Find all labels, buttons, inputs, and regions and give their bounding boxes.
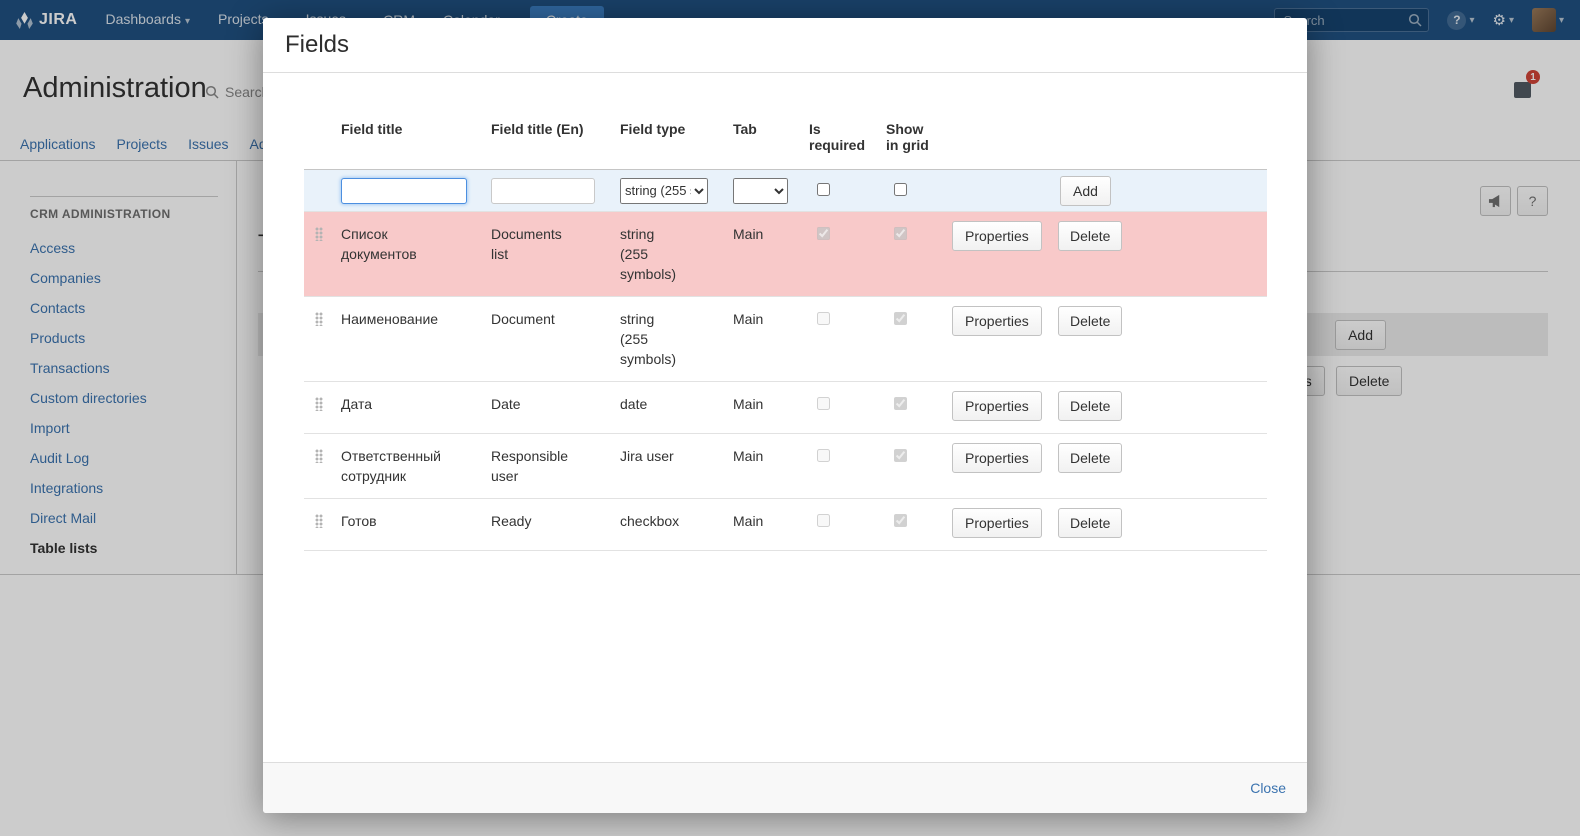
table-row: Наименование Document string (255 symbol…	[304, 297, 1267, 382]
drag-handle-icon[interactable]	[315, 449, 323, 463]
field-tab: Main	[733, 396, 763, 412]
new-field-row: string (255 symbols) Add	[304, 170, 1267, 212]
new-field-tab-select[interactable]	[733, 178, 788, 204]
drag-handle-icon[interactable]	[315, 312, 323, 326]
drag-handle-icon[interactable]	[315, 227, 323, 241]
required-checkbox	[817, 227, 830, 240]
field-title-en: Ready	[491, 511, 531, 531]
col-show-in-grid: Show in grid	[886, 113, 952, 169]
required-checkbox	[817, 312, 830, 325]
properties-button[interactable]: Properties	[952, 508, 1042, 538]
field-type: date	[620, 394, 647, 414]
field-type: Jira user	[620, 446, 674, 466]
delete-button[interactable]: Delete	[1058, 443, 1122, 473]
col-tab: Tab	[733, 113, 809, 153]
grid-checkbox	[894, 449, 907, 462]
fields-table: Field title Field title (En) Field type …	[304, 113, 1267, 551]
field-title: Готов	[341, 511, 377, 531]
field-type: string (255 symbols)	[620, 224, 684, 284]
required-checkbox	[817, 449, 830, 462]
table-header-row: Field title Field title (En) Field type …	[304, 113, 1267, 170]
properties-button[interactable]: Properties	[952, 306, 1042, 336]
table-row: Список документов Documents list string …	[304, 212, 1267, 297]
col-field-type: Field type	[620, 113, 733, 153]
properties-button[interactable]: Properties	[952, 443, 1042, 473]
delete-button[interactable]: Delete	[1058, 508, 1122, 538]
delete-button[interactable]: Delete	[1058, 391, 1122, 421]
properties-button[interactable]: Properties	[952, 221, 1042, 251]
new-field-type-select[interactable]: string (255 symbols)	[620, 178, 708, 204]
delete-button[interactable]: Delete	[1058, 221, 1122, 251]
field-title-en: Date	[491, 394, 521, 414]
table-row: Дата Date date Main Properties Delete	[304, 382, 1267, 434]
field-type: checkbox	[620, 511, 679, 531]
dialog-footer: Close	[263, 762, 1307, 813]
table-row: Готов Ready checkbox Main Properties Del…	[304, 499, 1267, 551]
field-tab: Main	[733, 513, 763, 529]
properties-button[interactable]: Properties	[952, 391, 1042, 421]
dialog-header: Fields	[263, 18, 1307, 73]
close-button[interactable]: Close	[1250, 780, 1286, 796]
required-checkbox	[817, 397, 830, 410]
field-tab: Main	[733, 311, 763, 327]
grid-checkbox	[894, 227, 907, 240]
new-field-title-input[interactable]	[341, 178, 467, 204]
grid-checkbox	[894, 397, 907, 410]
dialog-body: Field title Field title (En) Field type …	[263, 73, 1307, 762]
dialog-title: Fields	[285, 31, 349, 59]
grid-checkbox	[894, 312, 907, 325]
new-field-grid-checkbox[interactable]	[894, 183, 907, 196]
new-field-title-en-input[interactable]	[491, 178, 595, 204]
field-title: Наименование	[341, 309, 438, 329]
field-title: Дата	[341, 394, 372, 414]
col-field-title: Field title	[341, 113, 491, 153]
field-tab: Main	[733, 448, 763, 464]
field-tab: Main	[733, 226, 763, 242]
required-checkbox	[817, 514, 830, 527]
table-row: Ответственный сотрудник Responsible user…	[304, 434, 1267, 499]
field-title-en: Documents list	[491, 224, 577, 264]
field-type: string (255 symbols)	[620, 309, 684, 369]
add-field-button[interactable]: Add	[1060, 176, 1111, 206]
field-title: Ответственный сотрудник	[341, 446, 459, 486]
fields-dialog: Fields Field title Field title (En) Fiel…	[263, 18, 1307, 813]
drag-handle-icon[interactable]	[315, 514, 323, 528]
grid-checkbox	[894, 514, 907, 527]
field-title-en: Document	[491, 309, 555, 329]
col-is-required: Is required	[809, 113, 886, 169]
col-field-title-en: Field title (En)	[491, 113, 620, 153]
field-title: Список документов	[341, 224, 459, 264]
new-field-required-checkbox[interactable]	[817, 183, 830, 196]
drag-handle-icon[interactable]	[315, 397, 323, 411]
field-title-en: Responsible user	[491, 446, 577, 486]
delete-button[interactable]: Delete	[1058, 306, 1122, 336]
